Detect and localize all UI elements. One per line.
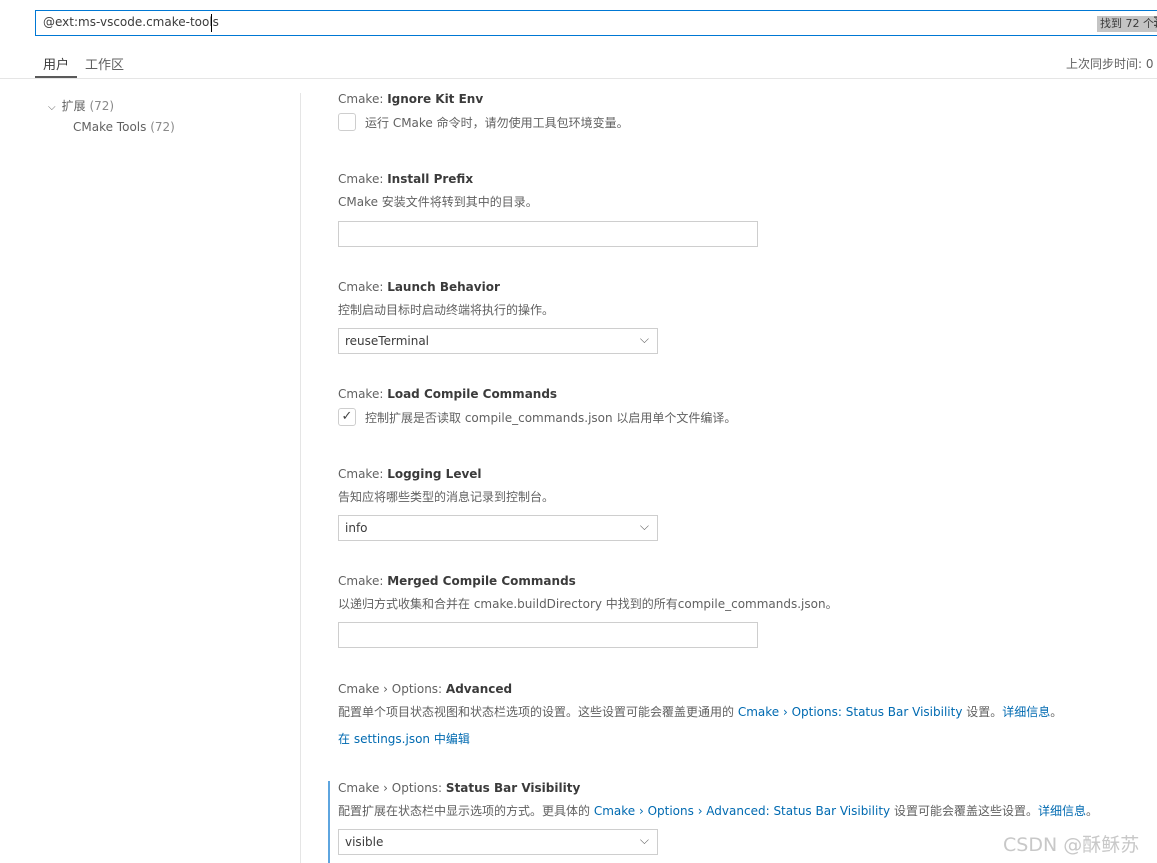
select-value: info [345,521,368,535]
text-caret [211,14,212,32]
logging-level-select[interactable]: info ⌵ [338,515,658,541]
chevron-down-icon: ⌵ [639,332,649,346]
chevron-down-icon: ⌵ [639,519,649,533]
merged-compile-commands-input[interactable] [338,622,758,648]
setting-title: Cmake: Merged Compile Commands [338,574,576,588]
ignore-kit-env-checkbox[interactable] [338,113,356,131]
filter-list-icon[interactable]: ☰ [1153,15,1157,30]
setting-reference-link[interactable]: Cmake › Options: Status Bar Visibility [738,705,963,719]
setting-install-prefix: Cmake: Install Prefix CMake 安装文件将转到其中的目录… [338,172,538,210]
focused-setting-indicator [328,781,330,863]
search-value: @ext:ms-vscode.cmake-tools [43,15,219,29]
chevron-down-icon: ⌵ [639,833,649,847]
setting-title: Cmake › Options: Advanced [338,682,513,696]
status-bar-visibility-select[interactable]: visible ⌵ [338,829,658,855]
more-info-link[interactable]: 详细信息 [1002,705,1050,719]
settings-scope-tabs: 用户 工作区 上次同步时间: 0 [0,46,1157,79]
setting-description: 告知应将哪些类型的消息记录到控制台。 [338,490,555,504]
setting-description: 控制启动目标时启动终端将执行的操作。 [338,303,555,317]
chevron-down-icon: ⌵ [48,102,56,113]
setting-logging-level: Cmake: Logging Level 告知应将哪些类型的消息记录到控制台。 [338,467,554,505]
tree-item-count: (72) [150,120,175,134]
setting-description: 控制扩展是否读取 compile_commands.json 以启用单个文件编译… [365,411,737,425]
setting-description: CMake 安装文件将转到其中的目录。 [338,195,538,209]
setting-reference-link[interactable]: Cmake › Options › Advanced: Status Bar V… [594,804,890,818]
active-tab-indicator [35,76,77,78]
setting-description: 运行 CMake 命令时，请勿使用工具包环境变量。 [365,116,629,130]
setting-load-compile-commands: Cmake: Load Compile Commands [338,387,557,401]
setting-options-advanced: Cmake › Options: Advanced 配置单个项目状态视图和状态栏… [338,682,1062,747]
search-result-count-badge: 找到 72 个设置 [1097,16,1157,32]
setting-title: Cmake: Launch Behavior [338,280,500,294]
setting-launch-behavior: Cmake: Launch Behavior 控制启动目标时启动终端将执行的操作… [338,280,554,318]
setting-description: 配置单个项目状态视图和状态栏选项的设置。这些设置可能会覆盖更通用的 Cmake … [338,705,1063,719]
load-compile-commands-checkbox[interactable]: ✓ [338,408,356,426]
last-sync-status: 上次同步时间: 0 [1066,57,1154,71]
setting-description: 以递归方式收集和合并在 cmake.buildDirectory 中找到的所有c… [338,597,838,611]
more-info-link[interactable]: 详细信息 [1038,804,1086,818]
setting-title: Cmake: Logging Level [338,467,482,481]
tree-item-label: CMake Tools [73,120,147,134]
setting-description: 配置扩展在状态栏中显示选项的方式。更具体的 Cmake › Options › … [338,804,1098,818]
settings-search-input[interactable]: @ext:ms-vscode.cmake-tools 找到 72 个设置 ☰ [35,10,1157,36]
setting-title: Cmake: Load Compile Commands [338,387,558,401]
launch-behavior-select[interactable]: reuseTerminal ⌵ [338,328,658,354]
tree-item-cmake-tools[interactable]: CMake Tools (72) [73,120,175,134]
setting-title: Cmake: Ignore Kit Env [338,92,484,106]
install-prefix-input[interactable] [338,221,758,247]
select-value: visible [345,835,384,849]
tree-item-count: (72) [89,99,115,113]
pane-divider [300,93,301,863]
setting-title: Cmake › Options: Status Bar Visibility [338,781,581,795]
edit-in-settings-json-link[interactable]: 在 settings.json 中编辑 [338,730,1062,747]
tree-item-label: 扩展 [61,99,86,113]
setting-merged-compile-commands: Cmake: Merged Compile Commands 以递归方式收集和合… [338,574,838,612]
setting-options-status-bar-visibility: Cmake › Options: Status Bar Visibility 配… [338,781,1098,819]
tab-workspace[interactable]: 工作区 [85,54,124,73]
select-value: reuseTerminal [345,334,430,348]
tab-user[interactable]: 用户 [43,54,69,73]
setting-title: Cmake: Install Prefix [338,172,474,186]
checkmark-icon: ✓ [341,409,353,424]
tree-item-extensions[interactable]: ⌵ 扩展 (72) [48,97,114,114]
setting-ignore-kit-env: Cmake: Ignore Kit Env [338,92,483,106]
watermark: CSDN @酥稣苏 [1003,834,1140,856]
